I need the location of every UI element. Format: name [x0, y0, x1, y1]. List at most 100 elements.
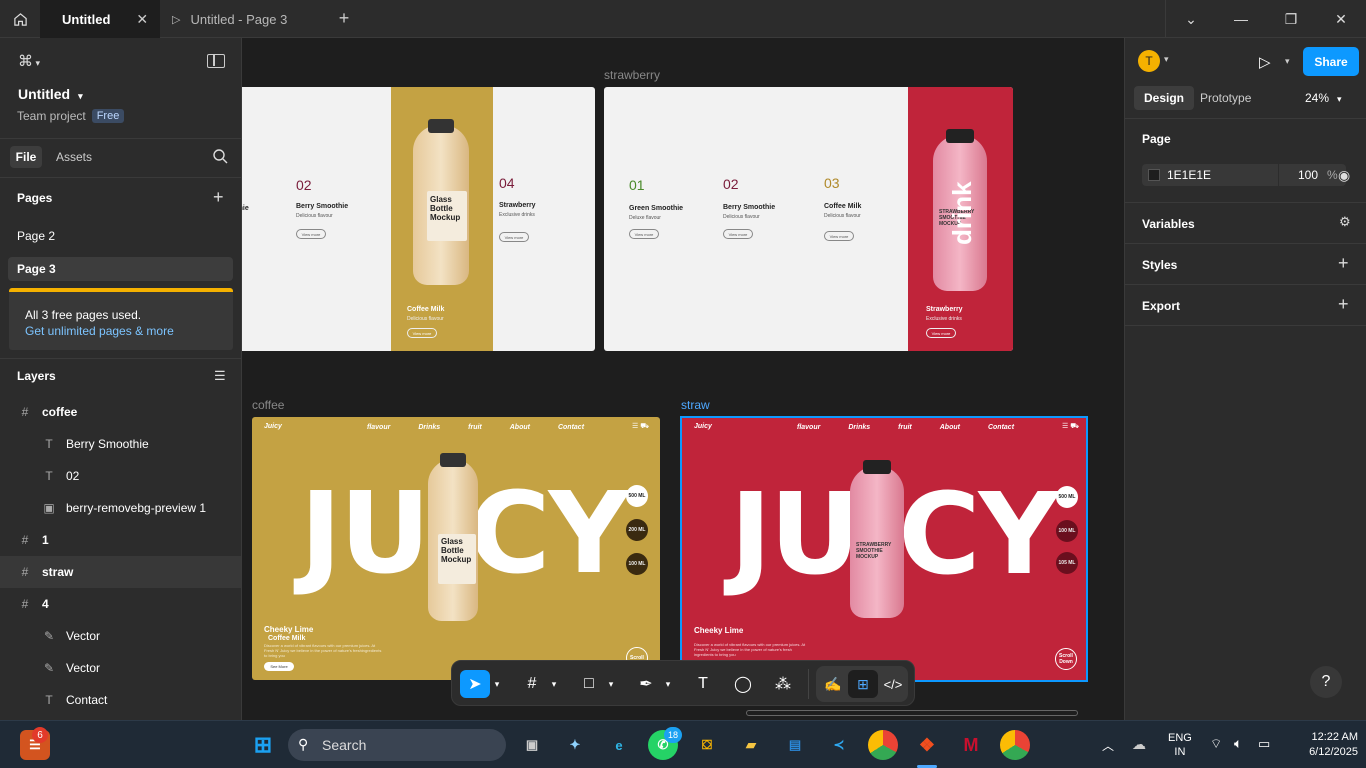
view-more-button[interactable]: View more	[723, 229, 753, 239]
nav-link[interactable]: fruit	[898, 424, 912, 431]
zoom-level[interactable]: 24% ▾	[1305, 91, 1342, 105]
avatar[interactable]: T	[1138, 50, 1160, 72]
canvas[interactable]: strawberry othie 02 Berry Smoothie Delic…	[242, 38, 1124, 720]
dev-mode-icon[interactable]: </>	[878, 670, 908, 698]
task-view-icon[interactable]: ▣	[517, 730, 547, 760]
onedrive-icon[interactable]: ☁	[1132, 736, 1146, 753]
layer-row[interactable]: T Berry Smoothie	[0, 428, 241, 460]
design-mode-icon[interactable]: ⊞	[848, 670, 878, 698]
clock[interactable]: 12:22 AM 6/12/2025	[1284, 730, 1358, 760]
nav-link[interactable]: Contact	[558, 424, 584, 431]
variables-icon[interactable]: ⚙	[1339, 214, 1351, 230]
chrome-profile-icon[interactable]	[1000, 730, 1030, 760]
copilot-icon[interactable]: ✦	[560, 730, 590, 760]
page-item-2[interactable]: Page 2	[17, 229, 55, 243]
color-swatch[interactable]	[1148, 169, 1160, 181]
volume-icon[interactable]: 🔈︎	[1234, 735, 1242, 752]
size-option[interactable]: 500 ML	[1056, 486, 1078, 508]
chevron-down-icon[interactable]: ▾	[1285, 56, 1290, 67]
opacity-value[interactable]: 100	[1278, 168, 1318, 182]
mcafee-icon[interactable]: M	[956, 730, 986, 760]
frame-label-strawberry[interactable]: strawberry	[604, 68, 660, 82]
tab-assets[interactable]: Assets	[56, 150, 92, 164]
language-indicator[interactable]: ENG IN	[1168, 731, 1192, 759]
size-option[interactable]: 100 ML	[626, 553, 648, 575]
nav-link[interactable]: fruit	[468, 424, 482, 431]
plan-badge[interactable]: Free	[91, 109, 125, 123]
tab-prototype[interactable]: Prototype	[1200, 91, 1251, 105]
nav-link[interactable]: flavour	[797, 424, 820, 431]
comment-tool-icon[interactable]: ◯	[728, 670, 758, 698]
layer-row[interactable]: ✎ Vector	[0, 652, 241, 684]
chevron-down-icon[interactable]: ▾	[604, 670, 618, 698]
layer-row[interactable]: ▣ berry-removebg-preview 1	[0, 492, 241, 524]
new-tab-button[interactable]: +	[332, 8, 356, 30]
windows-start-icon[interactable]: ⊞	[248, 730, 278, 760]
frame-straw[interactable]: Juicy flavour Drinks fruit About Contact…	[680, 416, 1088, 682]
nav-link[interactable]: Drinks	[418, 424, 440, 431]
frame-strawberry[interactable]: 01 Green Smoothie Deluxe flavour View mo…	[604, 87, 1013, 351]
add-page-icon[interactable]: +	[213, 187, 224, 208]
frame-label-straw[interactable]: straw	[681, 398, 710, 412]
layer-row[interactable]: #1	[0, 524, 241, 556]
page-item-3-selected[interactable]: Page 3	[8, 257, 233, 281]
chevron-up-icon[interactable]: ︿	[1102, 737, 1114, 754]
page-background-field[interactable]: 1E1E1E 100 %	[1142, 164, 1346, 186]
nav-link[interactable]: About	[940, 424, 960, 431]
layer-row[interactable]: # straw	[0, 556, 241, 588]
tab-page-3[interactable]: ▷ Untitled - Page 3	[160, 0, 324, 38]
size-option[interactable]: 500 ML	[626, 485, 648, 507]
layers-list-icon[interactable]: ☰	[214, 368, 226, 384]
frame-tool-icon[interactable]: #	[517, 670, 547, 698]
store-icon[interactable]: ⛋	[692, 730, 722, 760]
maximize-button[interactable]: ❐	[1266, 0, 1316, 38]
view-more-button[interactable]: View more	[629, 229, 659, 239]
layer-row[interactable]: T Contact	[0, 684, 241, 716]
view-more-button[interactable]: View more	[824, 231, 854, 241]
home-button[interactable]	[0, 0, 40, 38]
scroll-down-button[interactable]: Scroll Down	[1055, 648, 1077, 670]
file-name[interactable]: Untitled ▾	[18, 86, 83, 102]
cart-icon[interactable]: ☰ ⛟	[632, 422, 649, 431]
chevron-down-icon[interactable]: ▾	[547, 670, 561, 698]
add-export-icon[interactable]: +	[1338, 294, 1349, 315]
draw-mode-icon[interactable]: ✍	[818, 670, 848, 698]
chevron-down-icon[interactable]: ▾	[1164, 54, 1169, 65]
taskbar-search[interactable]: ⚲ Search	[288, 729, 506, 761]
chevron-down-icon[interactable]: ⌄	[1166, 0, 1216, 38]
view-more-button[interactable]: View more	[296, 229, 326, 239]
upgrade-link[interactable]: Get unlimited pages & more	[25, 324, 174, 338]
nav-link[interactable]: Contact	[988, 424, 1014, 431]
main-menu-button[interactable]: ⌘ ▾	[18, 52, 40, 70]
figma-icon[interactable]: ❖	[912, 730, 942, 760]
size-option[interactable]: 100 ML	[1056, 520, 1078, 542]
search-icon[interactable]	[212, 148, 228, 169]
move-tool-icon[interactable]: ➤	[460, 670, 490, 698]
eye-icon[interactable]: ◉	[1338, 167, 1350, 184]
tab-file[interactable]: File	[10, 146, 42, 168]
hex-value[interactable]: 1E1E1E	[1167, 168, 1211, 182]
pen-tool-icon[interactable]: ✒	[631, 670, 661, 698]
nav-link[interactable]: About	[510, 424, 530, 431]
tab-design[interactable]: Design	[1134, 86, 1194, 110]
rectangle-tool-icon[interactable]: □	[574, 670, 604, 698]
text-tool-icon[interactable]: T	[688, 670, 718, 698]
size-option[interactable]: 105 ML	[1056, 552, 1078, 574]
book-icon[interactable]: ▤	[780, 730, 810, 760]
nav-link[interactable]: Drinks	[848, 424, 870, 431]
view-more-button[interactable]: View more	[407, 328, 437, 338]
sidebar-toggle-icon[interactable]	[207, 54, 225, 68]
horizontal-scrollbar[interactable]	[746, 710, 1078, 716]
chevron-down-icon[interactable]: ▾	[661, 670, 675, 698]
vscode-icon[interactable]: ≺	[824, 730, 854, 760]
view-more-button[interactable]: View more	[926, 328, 956, 338]
close-window-button[interactable]: ✕	[1316, 0, 1366, 38]
close-icon[interactable]: ✕	[136, 11, 148, 28]
add-style-icon[interactable]: +	[1338, 253, 1349, 274]
layer-row[interactable]: #4	[0, 588, 241, 620]
size-option[interactable]: 200 ML	[626, 519, 648, 541]
nav-link[interactable]: flavour	[367, 424, 390, 431]
see-more-button[interactable]: See More	[264, 662, 294, 671]
resources-tool-icon[interactable]: ⁂	[768, 670, 798, 698]
edge-icon[interactable]: e	[604, 730, 634, 760]
